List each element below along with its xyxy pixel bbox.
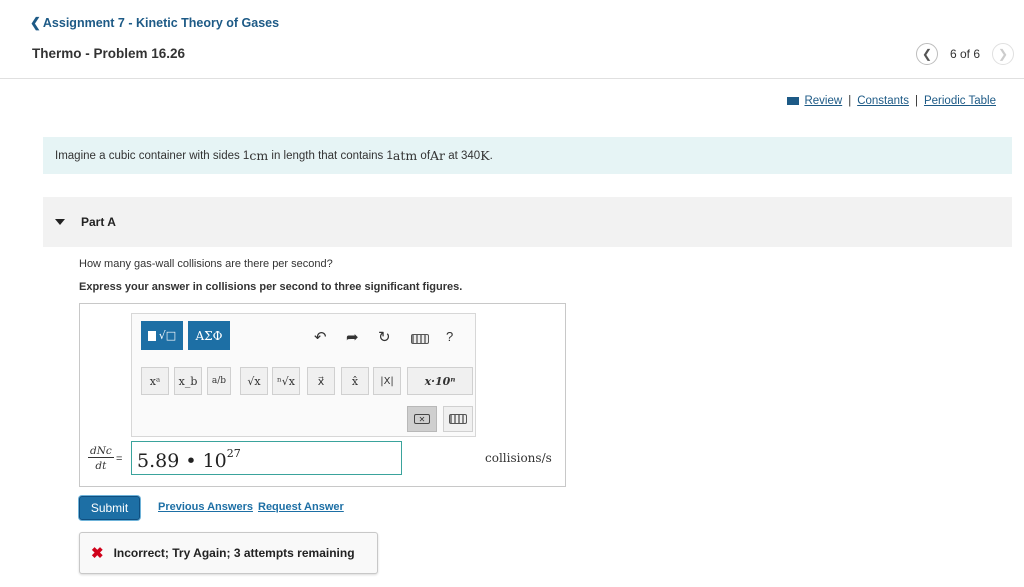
fraction-button[interactable]: a/b xyxy=(207,367,231,395)
intro-text: of xyxy=(420,149,431,162)
resource-links: Review | Constants | Periodic Table xyxy=(787,95,996,107)
chevron-left-icon: ❮ xyxy=(30,15,41,30)
redo-icon[interactable]: ➦ xyxy=(346,328,359,346)
back-to-assignment-link[interactable]: ❮ Assignment 7 - Kinetic Theory of Gases xyxy=(30,15,279,31)
equals-sign: = xyxy=(116,453,123,465)
feedback-text: Incorrect; Try Again; 3 attempts remaini… xyxy=(113,546,355,560)
nth-root-button[interactable]: ⁿ√x xyxy=(272,367,300,395)
keyboard-icon xyxy=(449,414,467,424)
periodic-table-link[interactable]: Periodic Table xyxy=(924,95,996,107)
keyboard-shortcuts-icon[interactable] xyxy=(411,334,429,344)
reset-icon[interactable]: ↻ xyxy=(378,328,391,346)
submit-button[interactable]: Submit xyxy=(79,496,140,520)
previous-answers-link[interactable]: Previous Answers xyxy=(158,501,253,513)
intro-text: at 340 xyxy=(448,149,481,162)
chevron-right-icon: ❯ xyxy=(997,47,1009,61)
sqrt-button[interactable]: √x xyxy=(240,367,268,395)
part-label: Part A xyxy=(81,215,116,229)
intro-text: in length that contains 1 xyxy=(271,149,393,162)
book-icon xyxy=(787,97,800,105)
question-text: How many gas-wall collisions are there p… xyxy=(79,258,333,270)
unit-vector-button[interactable]: x̂ xyxy=(341,367,369,395)
template-box-icon xyxy=(147,330,156,341)
feedback-message: ✖ Incorrect; Try Again; 3 attempts remai… xyxy=(79,532,378,574)
templates-button[interactable]: √□ xyxy=(141,321,183,350)
keyboard-button[interactable] xyxy=(443,406,473,432)
math-toolbar: √□ ΑΣΦ ↶ ➦ ↻ ? xᵃ x_b a/b √x ⁿ√x x⃗ x̂ |… xyxy=(131,313,476,437)
header-divider xyxy=(0,78,1024,79)
intro-element: Ar xyxy=(430,148,446,163)
intro-unit: cm xyxy=(249,148,269,163)
request-answer-link[interactable]: Request Answer xyxy=(258,501,344,513)
scientific-notation-button[interactable]: x·10ⁿ xyxy=(407,367,473,395)
problem-title: Thermo - Problem 16.26 xyxy=(32,46,186,61)
constants-link[interactable]: Constants xyxy=(857,95,909,107)
prev-problem-button[interactable]: ❮ xyxy=(915,43,938,65)
intro-unit: K xyxy=(480,148,490,163)
back-link-label: Assignment 7 - Kinetic Theory of Gases xyxy=(42,16,280,30)
instruction-text: Express your answer in collisions per se… xyxy=(79,281,463,293)
problem-intro: Imagine a cubic container with sides 1 c… xyxy=(43,137,1012,174)
lhs-denominator: dt xyxy=(95,460,107,472)
vector-button[interactable]: x⃗ xyxy=(307,367,335,395)
collapse-triangle-icon xyxy=(55,219,65,225)
part-a-header[interactable]: Part A xyxy=(43,197,1012,247)
absolute-value-button[interactable]: |X| xyxy=(373,367,401,395)
problem-pager: ❮ 6 of 6 ❯ xyxy=(915,43,1014,65)
intro-unit: atm xyxy=(392,148,418,163)
greek-symbols-button[interactable]: ΑΣΦ xyxy=(188,321,230,350)
separator: | xyxy=(848,95,852,107)
intro-text: Imagine a cubic container with sides 1 xyxy=(55,149,250,162)
answer-input[interactable]: 5.89 • 1027 xyxy=(131,441,402,475)
review-link[interactable]: Review xyxy=(804,95,842,107)
chevron-left-icon: ❮ xyxy=(921,47,932,61)
answer-mantissa: 5.89 • 10 xyxy=(137,450,227,472)
pager-count: 6 of 6 xyxy=(949,47,980,61)
answer-units: collisions/s xyxy=(485,451,552,465)
lhs-numerator: dNc xyxy=(88,445,114,458)
separator: | xyxy=(914,95,918,107)
next-problem-button[interactable]: ❯ xyxy=(992,43,1014,65)
answer-area: √□ ΑΣΦ ↶ ➦ ↻ ? xᵃ x_b a/b √x ⁿ√x x⃗ x̂ |… xyxy=(79,303,566,487)
equation-lhs: dNc dt xyxy=(88,445,114,472)
undo-icon[interactable]: ↶ xyxy=(314,328,327,346)
superscript-button[interactable]: xᵃ xyxy=(141,367,169,395)
help-icon[interactable]: ? xyxy=(446,329,453,344)
intro-text: . xyxy=(489,149,493,162)
templates-label: √□ xyxy=(158,329,177,342)
subscript-button[interactable]: x_b xyxy=(174,367,202,395)
answer-exponent: 27 xyxy=(226,447,241,460)
delete-button[interactable]: ✕ xyxy=(407,406,437,432)
backspace-icon: ✕ xyxy=(414,414,430,424)
error-x-icon: ✖ xyxy=(91,545,104,562)
